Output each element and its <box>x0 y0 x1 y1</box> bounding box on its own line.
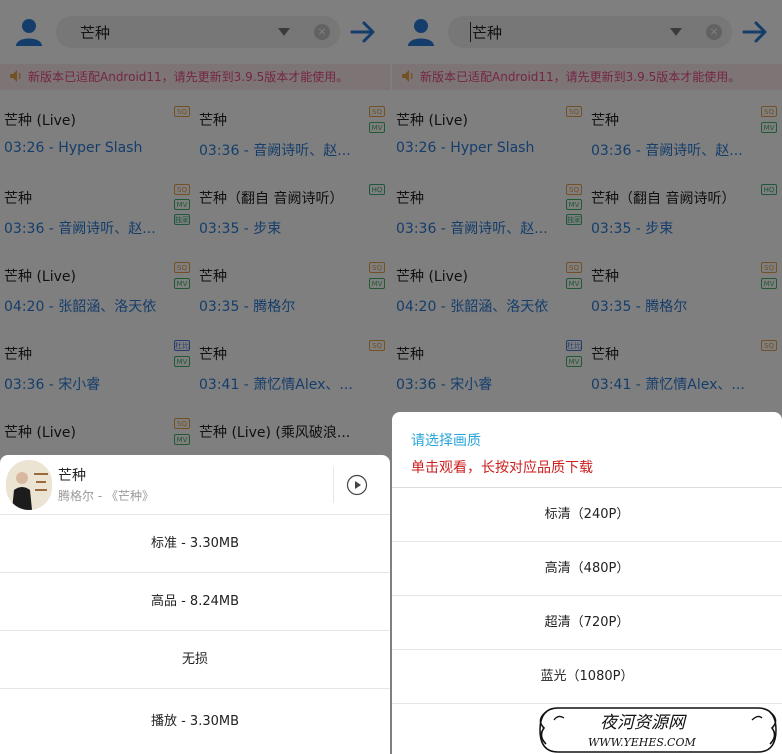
watermark-url: WWW.YEHES.COM <box>588 736 696 749</box>
quality-option-480p[interactable]: 高清（480P） <box>392 542 782 596</box>
left-screen: 芒种 × 新版本已适配Android11，请先更新到3.9.5版本才能使用。 芒… <box>0 0 390 754</box>
right-screen: 芒种 × 新版本已适配Android11，请先更新到3.9.5版本才能使用。 芒… <box>392 0 782 754</box>
download-sheet: 芒种 腾格尔 - 《芒种》 标准 - 3.30MB 高品 - 8.24MB 无损… <box>0 455 390 754</box>
watermark-title: 夜河资源网 <box>600 713 687 733</box>
quality-option-240p[interactable]: 标清（240P） <box>392 488 782 542</box>
quality-option-lossless[interactable]: 无损 <box>0 631 390 689</box>
song-title: 芒种 <box>58 468 86 484</box>
quality-option-720p[interactable]: 超清（720P） <box>392 596 782 650</box>
play-option[interactable]: 播放 - 3.30MB <box>0 689 390 754</box>
song-artist-album: 腾格尔 - 《芒种》 <box>58 489 154 503</box>
dialog-header: 请选择画质 单击观看，长按对应品质下载 <box>392 412 782 488</box>
album-cover <box>6 460 52 510</box>
sheet-header: 芒种 腾格尔 - 《芒种》 <box>0 455 390 515</box>
quality-option-standard[interactable]: 标准 - 3.30MB <box>0 515 390 573</box>
dialog-hint: 单击观看，长按对应品质下载 <box>411 460 593 476</box>
play-icon[interactable] <box>346 474 368 496</box>
album-cover-art <box>6 460 52 510</box>
quality-option-1080p[interactable]: 蓝光（1080P） <box>392 650 782 704</box>
dialog-title: 请选择画质 <box>411 433 481 449</box>
divider <box>333 467 334 503</box>
quality-option-high[interactable]: 高品 - 8.24MB <box>0 573 390 631</box>
watermark-logo: 夜河资源网 WWW.YEHES.COM <box>539 707 777 753</box>
